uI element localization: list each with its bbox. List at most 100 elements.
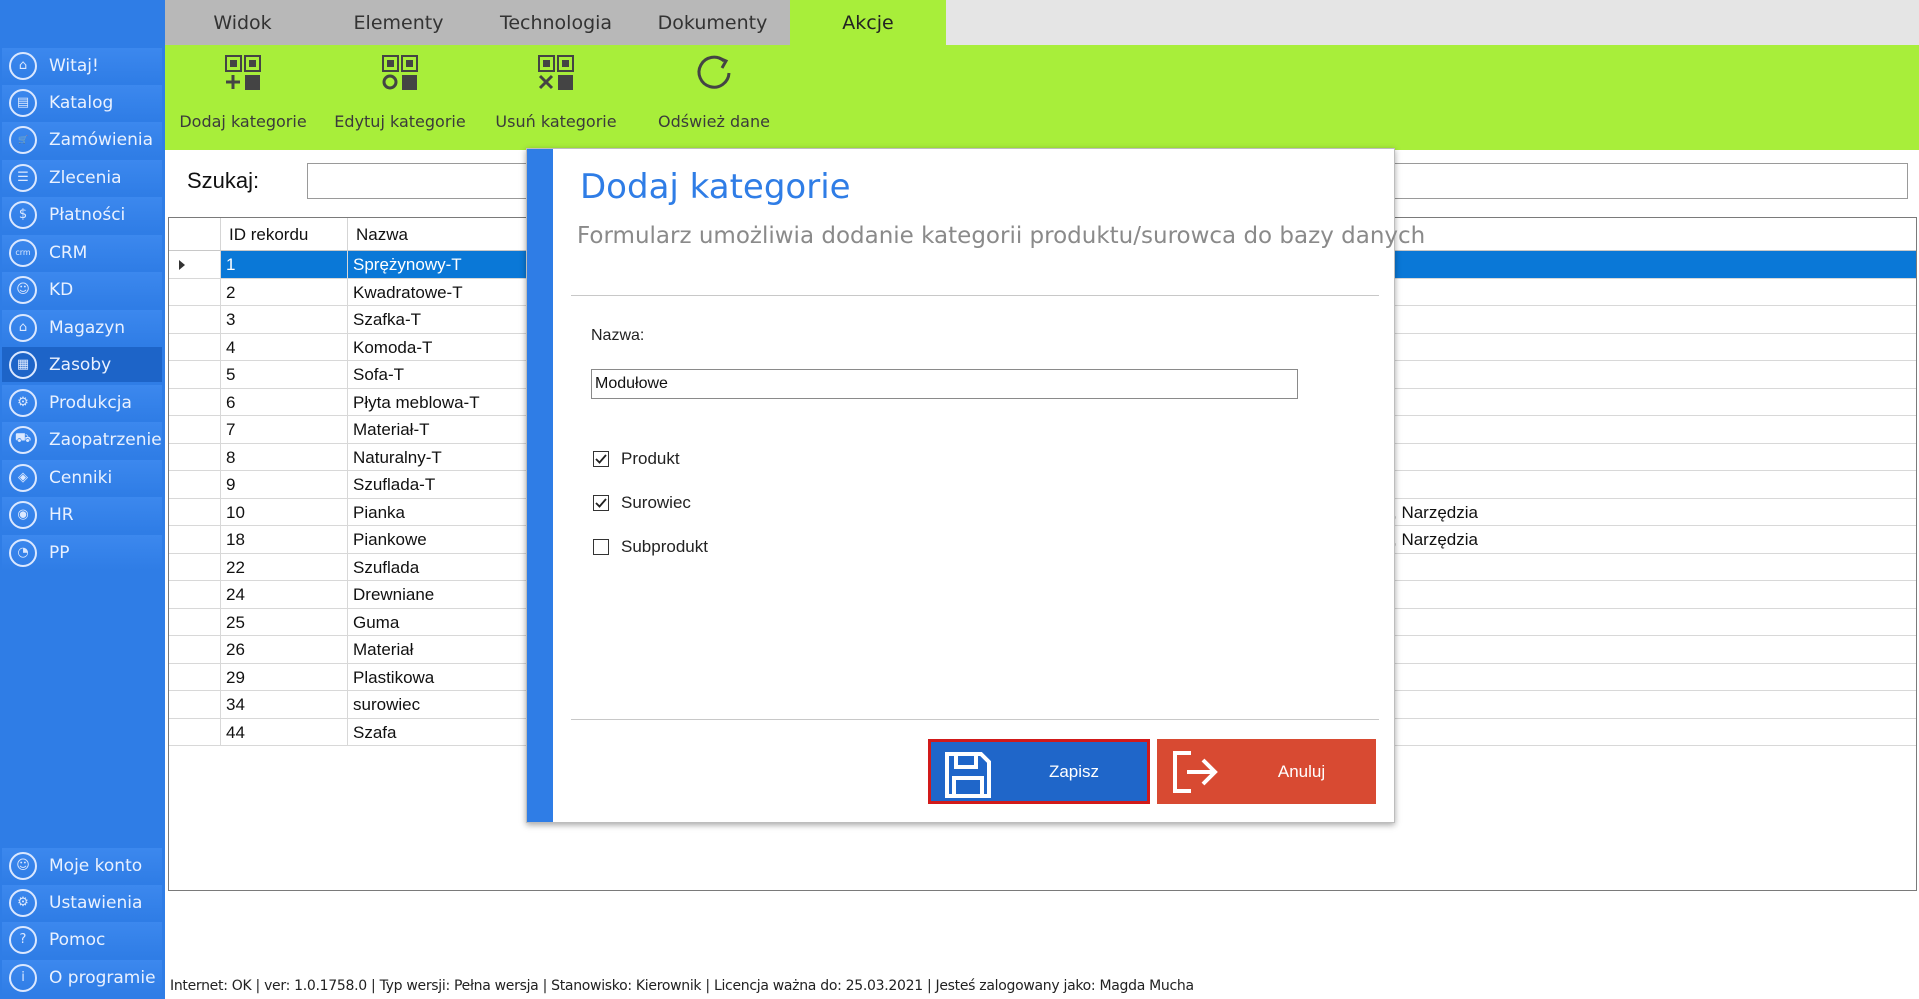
checkbox-box[interactable] [593,451,609,467]
search-label: Szukaj: [187,168,260,193]
cell-id[interactable]: 44 [221,718,348,746]
sidebar-item-label: Produkcja [49,392,132,413]
cell-name[interactable]: Kwadratowe-T [348,279,528,306]
delete-category-button[interactable]: Usuń kategorie [495,45,617,150]
cell-name[interactable]: Plastikowa [348,664,528,691]
add-category-button[interactable]: Dodaj kategorie [179,45,307,150]
cell-id[interactable]: 2 [221,278,348,306]
sidebar-item-cenniki[interactable]: ◈ Cenniki [2,460,162,495]
cell-name[interactable]: Sprężynowy-T [348,251,528,278]
cell-id[interactable]: 25 [221,608,348,636]
sidebar-item-kd[interactable]: ☺ KD [2,272,162,307]
save-button[interactable]: Zapisz [928,739,1150,804]
row-header[interactable] [169,663,221,691]
cell-name[interactable]: Sofa-T [348,361,528,388]
cell-name[interactable]: Szafa [348,719,528,746]
cell-types[interactable]: , Narzędzia [1387,526,1687,553]
cell-id[interactable]: 4 [221,333,348,361]
cell-id[interactable]: 34 [221,691,348,718]
sidebar-item-o-programie[interactable]: i O programie [2,960,162,995]
row-header[interactable] [169,333,221,361]
checkbox-produkt[interactable]: Produkt [593,449,680,469]
sidebar-item-zam-wienia[interactable]: 🛒 Zamówienia [2,122,162,157]
cell-name[interactable]: Naturalny-T [348,444,528,471]
sidebar-item-produkcja[interactable]: ⚙ Produkcja [2,385,162,420]
row-header[interactable] [169,553,221,581]
sidebar-item-magazyn[interactable]: ⌂ Magazyn [2,310,162,345]
sidebar-item-zlecenia[interactable]: ☰ Zlecenia [2,160,162,195]
cell-name[interactable]: Komoda-T [348,334,528,361]
sidebar-item-moje-konto[interactable]: ☺ Moje konto [2,848,162,883]
refresh-button[interactable]: Odśwież dane [653,45,775,150]
checkbox-subprodukt[interactable]: Subprodukt [593,537,708,557]
sidebar-item-zasoby[interactable]: ▦ Zasoby [2,347,162,382]
row-header[interactable] [169,388,221,416]
tab-akcje[interactable]: Akcje [790,0,946,45]
row-header[interactable] [169,718,221,746]
row-header[interactable] [169,608,221,636]
checkbox-box[interactable] [593,495,609,511]
cell-name[interactable]: Materiał [348,636,528,663]
cell-name[interactable]: Szafka-T [348,306,528,333]
account-icon: ☺ [9,851,37,880]
cell-id[interactable]: 9 [221,471,348,498]
tab-elementy[interactable]: Elementy [320,0,477,45]
sidebar-item-katalog[interactable]: ▤ Katalog [2,85,162,120]
cell-name[interactable]: Pianka [348,499,528,526]
sidebar-item-label: O programie [49,967,156,988]
tab-dokumenty[interactable]: Dokumenty [635,0,790,45]
name-input[interactable] [591,369,1298,399]
cell-id[interactable]: 22 [221,553,348,581]
sidebar-item-witaj[interactable]: ⌂ Witaj! [2,48,162,83]
row-header[interactable] [169,416,221,443]
sidebar-item-pp[interactable]: ◔ PP [2,535,162,570]
sidebar-item-crm[interactable]: crm CRM [2,235,162,270]
checkbox-surowiec[interactable]: Surowiec [593,493,691,513]
row-header[interactable] [169,443,221,471]
cell-id[interactable]: 10 [221,498,348,526]
cell-id[interactable]: 5 [221,361,348,388]
tab-widok[interactable]: Widok [165,0,320,45]
sidebar-item-p-atno-ci[interactable]: $ Płatności [2,197,162,232]
row-header[interactable] [169,278,221,306]
sidebar-item-ustawienia[interactable]: ⚙ Ustawienia [2,885,162,920]
edit-category-button[interactable]: Edytuj kategorie [334,45,466,150]
cell-name[interactable]: Szuflada-T [348,471,528,498]
cell-id[interactable]: 29 [221,663,348,691]
home-icon: ⌂ [9,51,37,80]
row-header[interactable] [169,471,221,498]
cell-id[interactable]: 26 [221,636,348,663]
cancel-button[interactable]: Anuluj [1157,739,1376,804]
cell-name[interactable]: Materiał-T [348,416,528,443]
row-header[interactable] [169,498,221,526]
cell-id[interactable]: 1 [221,251,348,278]
tab-technologia[interactable]: Technologia [477,0,635,45]
checkbox-box[interactable] [593,539,609,555]
column-header-id[interactable]: ID rekordu [221,218,348,250]
cell-name[interactable]: Szuflada [348,554,528,581]
row-header[interactable] [169,251,221,278]
row-header[interactable] [169,581,221,608]
cell-name[interactable]: Guma [348,609,528,636]
cell-name[interactable]: Piankowe [348,526,528,553]
cell-id[interactable]: 8 [221,443,348,471]
cell-id[interactable]: 24 [221,581,348,608]
cell-id[interactable]: 7 [221,416,348,443]
row-header[interactable] [169,361,221,388]
sidebar-item-zaopatrzenie[interactable]: ⛟ Zaopatrzenie [2,422,162,457]
row-header[interactable] [169,526,221,553]
cell-id[interactable]: 18 [221,526,348,553]
add-category-dialog: Dodaj kategorie Formularz umożliwia doda… [526,148,1425,823]
cell-id[interactable]: 6 [221,388,348,416]
sidebar-item-pomoc[interactable]: ? Pomoc [2,922,162,957]
cell-types[interactable]: , Narzędzia [1387,499,1687,526]
sidebar-item-hr[interactable]: ◉ HR [2,497,162,532]
cell-name[interactable]: surowiec [348,691,528,718]
row-header[interactable] [169,636,221,663]
cell-name[interactable]: Drewniane [348,581,528,608]
row-header[interactable] [169,306,221,333]
cell-id[interactable]: 3 [221,306,348,333]
cell-name[interactable]: Płyta meblowa-T [348,389,528,416]
edit-category-icon [382,55,418,90]
row-header[interactable] [169,691,221,718]
